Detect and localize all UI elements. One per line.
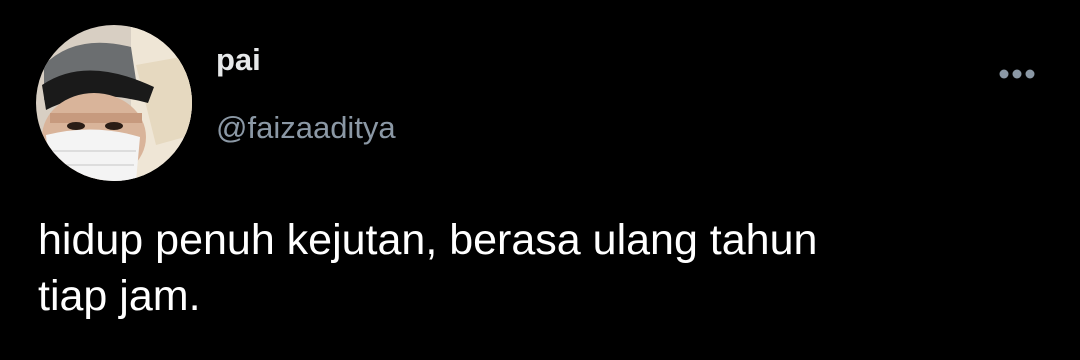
more-horizontal-icon xyxy=(999,69,1035,79)
display-name[interactable]: pai xyxy=(216,40,261,80)
more-options-button[interactable] xyxy=(990,56,1044,92)
tweet: pai @faizaaditya hidup penuh kejutan, be… xyxy=(0,0,1080,360)
avatar[interactable] xyxy=(36,25,192,181)
tweet-text: hidup penuh kejutan, berasa ulang tahun … xyxy=(38,216,818,320)
username-handle[interactable]: @faizaaditya xyxy=(216,108,396,148)
avatar-photo xyxy=(36,25,192,181)
